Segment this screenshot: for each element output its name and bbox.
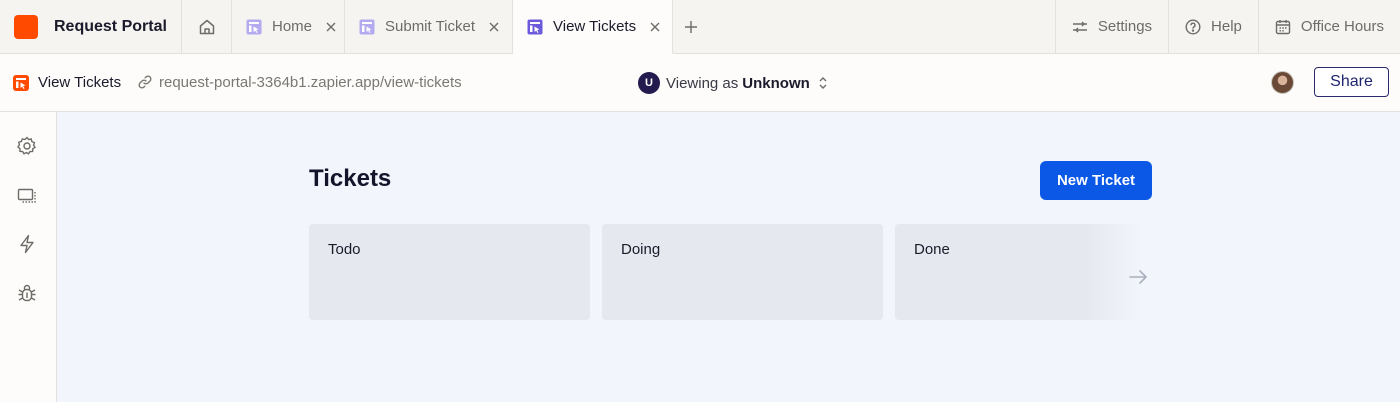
app-name: Request Portal (54, 17, 167, 35)
tab-label: Submit Ticket (385, 18, 476, 35)
column-title: Doing (621, 241, 661, 258)
tab-view-tickets[interactable]: View Tickets (513, 0, 673, 54)
calendar-icon (1275, 19, 1291, 35)
left-sidebar (0, 112, 57, 402)
app-brand[interactable]: Request Portal (0, 0, 182, 53)
sliders-icon (1072, 19, 1088, 35)
page-icon (527, 19, 543, 35)
user-avatar[interactable] (1271, 71, 1294, 94)
arrow-right-icon[interactable] (1126, 265, 1150, 289)
help-label: Help (1211, 18, 1242, 35)
kanban-board: Todo Doing Done (309, 224, 1154, 320)
tab-submit-ticket[interactable]: Submit Ticket (345, 0, 513, 53)
gear-icon[interactable] (16, 135, 38, 157)
kanban-column-todo: Todo (309, 224, 590, 320)
tab-bar-spacer (709, 0, 1055, 53)
column-title: Todo (328, 241, 361, 258)
viewing-as-selector[interactable]: U Viewing as Unknown (638, 71, 828, 95)
new-ticket-button[interactable]: New Ticket (1040, 161, 1152, 200)
add-tab-button[interactable] (673, 0, 709, 53)
lightning-icon[interactable] (16, 233, 38, 255)
bug-icon[interactable] (16, 283, 38, 305)
settings-label: Settings (1097, 18, 1153, 35)
help-button[interactable]: Help (1168, 0, 1258, 53)
close-icon[interactable] (489, 22, 499, 32)
column-title: Done (914, 241, 950, 258)
share-button[interactable]: Share (1314, 67, 1389, 97)
kanban-column-doing: Doing (602, 224, 883, 320)
tab-home[interactable]: Home (232, 0, 345, 53)
close-icon[interactable] (650, 22, 660, 32)
screens-icon[interactable] (16, 185, 38, 207)
office-hours-label: Office Hours (1300, 18, 1384, 35)
close-icon[interactable] (326, 22, 336, 32)
app-logo-icon (14, 14, 38, 39)
viewer-avatar: U (638, 72, 660, 94)
plus-icon (684, 20, 698, 34)
viewing-as-role: Unknown (742, 74, 810, 92)
page-url-link[interactable]: request-portal-3364b1.zapier.app/view-ti… (159, 74, 462, 91)
tab-label: Home (272, 18, 313, 35)
main-content: Tickets New Ticket Todo Doing Done (57, 112, 1400, 402)
page-title: Tickets (309, 165, 392, 192)
current-page-name: View Tickets (38, 74, 122, 91)
page-icon (246, 19, 262, 35)
top-tab-bar: Request Portal Home Submit Ticket View T… (0, 0, 1400, 54)
tab-label: View Tickets (553, 18, 637, 35)
link-icon (138, 75, 152, 89)
home-tab-button[interactable] (182, 0, 232, 53)
page-badge-icon (13, 75, 29, 91)
viewing-as-prefix: Viewing as (666, 74, 739, 92)
question-circle-icon (1185, 18, 1201, 35)
chevron-up-down-icon (818, 76, 828, 90)
office-hours-button[interactable]: Office Hours (1257, 0, 1400, 53)
settings-button[interactable]: Settings (1054, 0, 1168, 53)
address-bar: View Tickets request-portal-3364b1.zapie… (0, 54, 1400, 112)
page-icon (359, 19, 375, 35)
house-icon (198, 18, 216, 36)
